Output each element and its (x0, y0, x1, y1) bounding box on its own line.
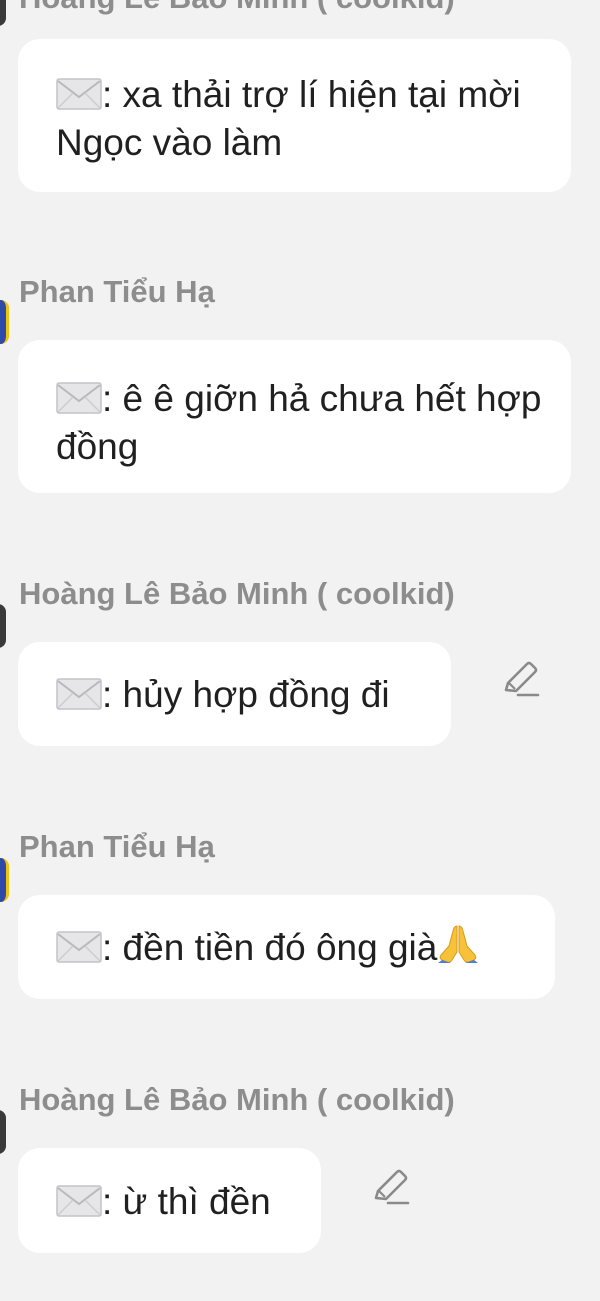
edit-pencil-icon[interactable] (370, 1168, 410, 1208)
message-text: : ê ê giỡn hả chưa hết hợp đồng (56, 378, 542, 467)
avatar[interactable] (0, 1110, 6, 1154)
envelope-icon (56, 678, 102, 710)
edit-pencil-icon[interactable] (500, 660, 540, 700)
message-text: : đền tiền đó ông già (102, 927, 438, 968)
sender-name: Phan Tiểu Hạ (19, 829, 215, 864)
avatar[interactable] (0, 604, 6, 648)
sender-name: Hoàng Lê Bảo Minh ( coolkid) (19, 0, 455, 16)
sender-name: Hoàng Lê Bảo Minh ( coolkid) (19, 1082, 455, 1117)
envelope-icon (56, 931, 102, 963)
message-bubble[interactable]: : hủy hợp đồng đi (18, 642, 451, 746)
folded-hands-emoji-icon (438, 925, 479, 963)
envelope-icon (56, 382, 102, 414)
message-text: : ừ thì đền (102, 1181, 271, 1222)
message-bubble[interactable]: : xa thải trợ lí hiện tại mời Ngọc vào l… (18, 39, 571, 192)
message-text: : xa thải trợ lí hiện tại mời Ngọc vào l… (56, 74, 521, 163)
message-bubble[interactable]: : ê ê giỡn hả chưa hết hợp đồng (18, 340, 571, 493)
envelope-icon (56, 1185, 102, 1217)
avatar[interactable] (0, 0, 6, 26)
avatar[interactable] (0, 858, 9, 902)
message-bubble[interactable]: : đền tiền đó ông già (18, 895, 555, 999)
message-text: : hủy hợp đồng đi (102, 674, 390, 715)
sender-name: Phan Tiểu Hạ (19, 274, 215, 309)
avatar[interactable] (0, 300, 9, 344)
chat-thread: Hoàng Lê Bảo Minh ( coolkid) : xa thải t… (0, 0, 600, 1301)
message-bubble[interactable]: : ừ thì đền (18, 1148, 321, 1253)
envelope-icon (56, 78, 102, 110)
sender-name: Hoàng Lê Bảo Minh ( coolkid) (19, 576, 455, 611)
